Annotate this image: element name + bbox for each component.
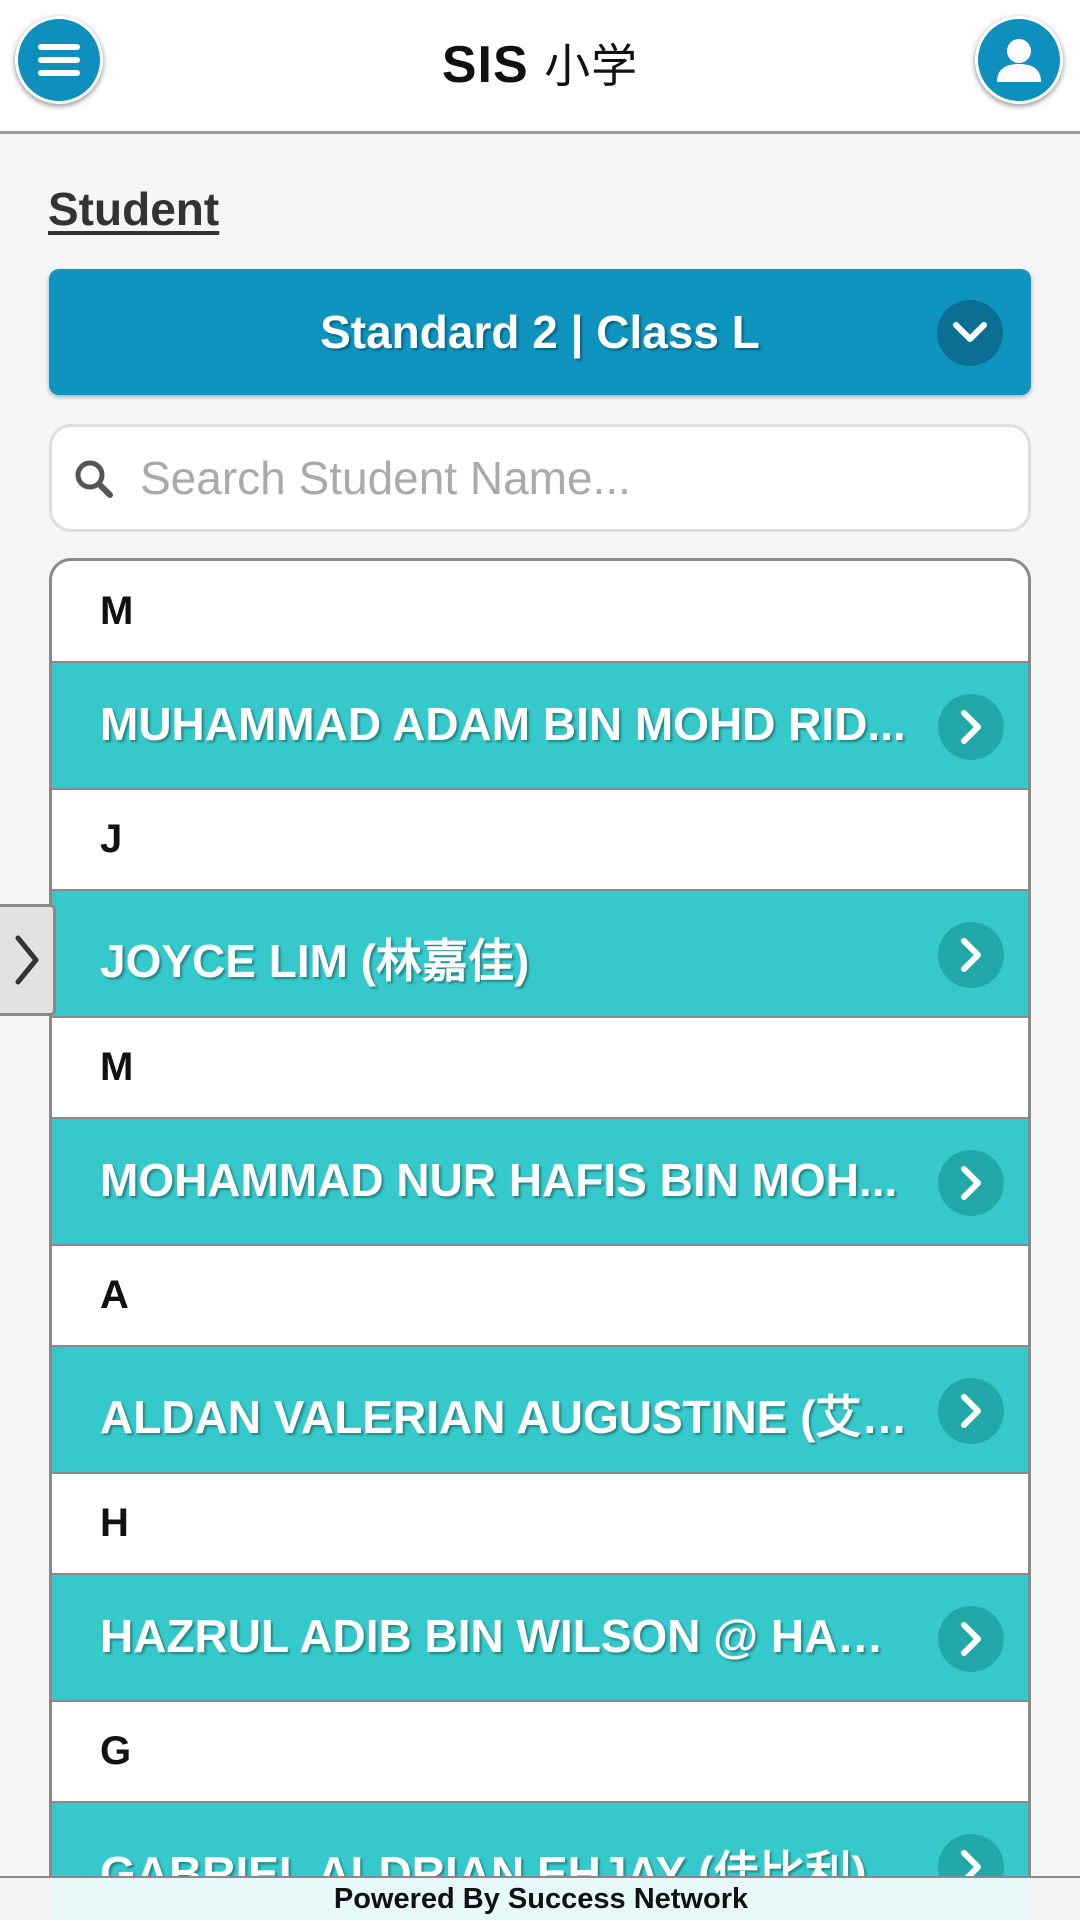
app-title-cn: 小学 — [544, 39, 639, 93]
student-row[interactable]: JOYCE LIM (林嘉佳) — [52, 889, 1028, 1016]
side-drawer-handle[interactable] — [0, 904, 56, 1016]
student-name: JOYCE LIM (林嘉佳) — [100, 935, 530, 987]
student-list: M MUHAMMAD ADAM BIN MOHD RID... J JOYCE … — [49, 558, 1031, 1876]
student-row[interactable]: HAZRUL ADIB BIN WILSON @ HAMI... — [52, 1573, 1028, 1700]
student-name: MUHAMMAD ADAM BIN MOHD RID... — [100, 698, 906, 750]
student-name: ALDAN VALERIAN AUGUSTINE (艾邓) — [100, 1391, 920, 1443]
search-box[interactable] — [49, 424, 1031, 532]
student-open-button[interactable] — [938, 1606, 1004, 1672]
student-open-button[interactable] — [938, 922, 1004, 988]
class-selector-label: Standard 2 | Class L — [320, 306, 760, 358]
student-row[interactable]: ALDAN VALERIAN AUGUSTINE (艾邓) — [52, 1345, 1028, 1472]
chevron-right-icon — [961, 710, 981, 744]
student-open-button[interactable] — [938, 1378, 1004, 1444]
group-header: M — [52, 1016, 1028, 1117]
group-header: M — [52, 561, 1028, 661]
chevron-right-icon — [15, 935, 38, 985]
app-title-sis: SIS — [441, 36, 529, 94]
student-open-button[interactable] — [938, 1150, 1004, 1216]
user-profile-icon — [997, 39, 1041, 82]
user-profile-button[interactable] — [975, 16, 1063, 104]
student-row[interactable]: MOHAMMAD NUR HAFIS BIN MOH... — [52, 1117, 1028, 1244]
footer: Powered By Success Network — [0, 1876, 1080, 1920]
chevron-right-icon — [961, 1166, 981, 1200]
class-selector-dropdown[interactable]: Standard 2 | Class L — [49, 269, 1031, 395]
chevron-down-icon — [953, 322, 987, 342]
chevron-right-icon — [961, 1622, 981, 1656]
page-title: Student — [48, 183, 220, 235]
student-name: MOHAMMAD NUR HAFIS BIN MOH... — [100, 1154, 898, 1206]
footer-text: Powered By Success Network — [51, 1878, 1031, 1920]
chevron-down-button[interactable] — [937, 300, 1003, 366]
chevron-right-icon — [961, 1850, 981, 1876]
student-row[interactable]: MUHAMMAD ADAM BIN MOHD RID... — [52, 661, 1028, 788]
chevron-right-icon — [961, 1394, 981, 1428]
app-header: SIS 小学 — [0, 0, 1080, 134]
group-header: H — [52, 1472, 1028, 1573]
student-name: GABRIEL ALDRIAN EHJAY (佳比利) — [100, 1847, 867, 1876]
student-open-button[interactable] — [938, 1834, 1004, 1876]
group-header: A — [52, 1244, 1028, 1345]
search-icon — [75, 460, 113, 498]
student-open-button[interactable] — [938, 694, 1004, 760]
app-title: SIS 小学 — [0, 30, 1080, 96]
group-header: J — [52, 788, 1028, 889]
student-row[interactable]: GABRIEL ALDRIAN EHJAY (佳比利) — [52, 1801, 1028, 1876]
student-name: HAZRUL ADIB BIN WILSON @ HAMI... — [100, 1610, 920, 1662]
search-input[interactable] — [138, 445, 998, 511]
group-header: G — [52, 1700, 1028, 1801]
chevron-right-icon — [961, 938, 981, 972]
